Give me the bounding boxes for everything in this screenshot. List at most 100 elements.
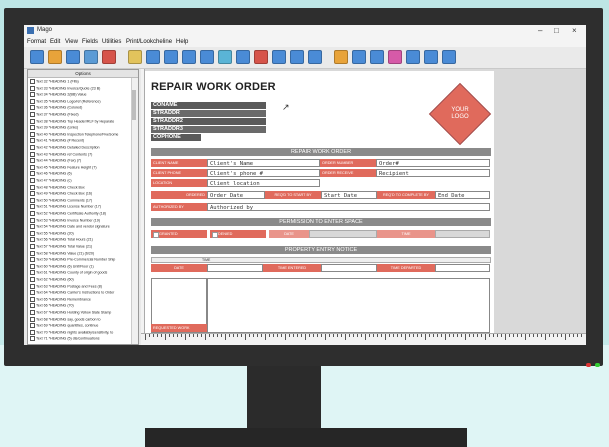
field-list-item[interactable]: Text 48 *HEADING Check Box — [30, 184, 130, 190]
field-list-item[interactable]: Text 38 *HEADING Top Header/RLF by Hepar… — [30, 118, 130, 124]
menu-view[interactable]: View — [65, 39, 78, 45]
field-list-item[interactable]: Text 61 *HEADING County of origin of goo… — [30, 270, 130, 276]
zoom-out-icon[interactable] — [424, 50, 438, 64]
save-icon[interactable] — [66, 50, 80, 64]
field-list-item[interactable]: Text 39 *HEADING (Links) — [30, 125, 130, 131]
expand-box-icon[interactable] — [30, 230, 35, 236]
expand-box-icon[interactable] — [30, 118, 35, 124]
field-permission-time[interactable] — [435, 230, 490, 238]
expand-box-icon[interactable] — [30, 244, 35, 249]
field-list-item[interactable]: Text 71 *HEADING (5) dis/continuations — [30, 336, 130, 342]
print-icon[interactable] — [84, 50, 98, 64]
field-time-departed[interactable] — [435, 264, 490, 272]
denied-checkbox[interactable] — [212, 232, 218, 238]
expand-box-icon[interactable] — [30, 257, 35, 263]
field-ordered[interactable]: Order Date — [207, 191, 265, 199]
align-right-icon[interactable] — [370, 50, 384, 64]
field-client-name[interactable]: Client's Name — [207, 159, 320, 167]
expand-box-icon[interactable] — [30, 329, 35, 335]
open-icon[interactable] — [48, 50, 62, 64]
field-list-item[interactable]: Text 50 *HEADING Comments (17) — [30, 197, 130, 203]
box-icon[interactable] — [272, 50, 286, 64]
expand-box-icon[interactable] — [30, 303, 35, 309]
expand-box-icon[interactable] — [30, 171, 35, 177]
copy-icon[interactable] — [146, 50, 160, 64]
field-list-item[interactable]: Text 52 *HEADING Certificate Authority (… — [30, 211, 130, 216]
expand-box-icon[interactable] — [30, 131, 35, 137]
field-list-item[interactable]: Text 41 *HEADING (# Recent) — [30, 138, 130, 144]
expand-box-icon[interactable] — [30, 211, 35, 216]
field-list-item[interactable]: Text 32 *HEADING 1 (Fifa) — [30, 79, 130, 84]
minimize-button[interactable]: – — [538, 26, 542, 35]
field-list-item[interactable]: Text 69 *HEADING quantities, continue — [30, 323, 130, 329]
field-list-item[interactable]: Text 51 *HEADING License Number (17) — [30, 204, 130, 210]
field-list-item[interactable]: Text 66 *HEADING (70) — [30, 303, 130, 309]
company-name[interactable]: CONAME — [151, 102, 266, 109]
field-order-number[interactable]: Order# — [376, 159, 490, 167]
field-list-item[interactable]: Text 43 *HEADING ref Contents (7) — [30, 151, 130, 157]
expand-box-icon[interactable] — [30, 138, 35, 144]
expand-box-icon[interactable] — [30, 283, 35, 289]
maximize-button[interactable]: □ — [554, 26, 559, 35]
field-list-item[interactable]: Text 33 *HEADING Invoice/Quote (23 B) — [30, 85, 130, 91]
text-icon[interactable] — [218, 50, 232, 64]
field-list-item[interactable]: Text 49 *HEADING Check Box (16) — [30, 191, 130, 197]
zoom-in-icon[interactable] — [406, 50, 420, 64]
barcode-icon[interactable] — [334, 50, 348, 64]
expand-box-icon[interactable] — [30, 184, 35, 190]
expand-box-icon[interactable] — [30, 323, 35, 329]
field-list-item[interactable]: Text 46 *HEADING (6) — [30, 171, 130, 177]
expand-box-icon[interactable] — [30, 79, 35, 84]
field-list-item[interactable]: Text 56 *HEADING Total Hours (21) — [30, 237, 130, 243]
preview-icon[interactable] — [102, 50, 116, 64]
expand-box-icon[interactable] — [30, 204, 35, 210]
expand-box-icon[interactable] — [30, 296, 35, 302]
cut-icon[interactable] — [128, 50, 142, 64]
company-street[interactable]: STRADDR — [151, 110, 266, 117]
field-location[interactable]: Client location — [207, 179, 320, 187]
expand-box-icon[interactable] — [30, 178, 35, 183]
expand-box-icon[interactable] — [30, 158, 35, 164]
field-list-item[interactable]: Text 47 *HEADING (c) — [30, 178, 130, 183]
field-list-item[interactable]: Text 37 *HEADING (Fixed) — [30, 112, 130, 117]
field-list-item[interactable]: Text 64 *HEADING Carrier's Instructions … — [30, 290, 130, 296]
expand-box-icon[interactable] — [30, 316, 35, 322]
granted-checkbox[interactable] — [153, 232, 159, 238]
field-list-scroll-thumb[interactable] — [132, 90, 136, 120]
field-client-phone[interactable]: Client's phone # — [207, 169, 320, 177]
field-list-item[interactable]: Text 36 *HEADING (Colored) — [30, 105, 130, 111]
expand-box-icon[interactable] — [30, 217, 35, 223]
expand-box-icon[interactable] — [30, 98, 35, 104]
expand-box-icon[interactable] — [30, 237, 35, 243]
expand-box-icon[interactable] — [30, 92, 35, 98]
field-order-receive[interactable]: Recipient — [376, 169, 490, 177]
expand-box-icon[interactable] — [30, 197, 35, 203]
table-icon[interactable] — [308, 50, 322, 64]
field-list-item[interactable]: Text 70 *HEADING nights availably/sensit… — [30, 329, 130, 335]
field-icon[interactable] — [236, 50, 250, 64]
field-list-item[interactable]: Text 42 *HEADING Detailed Description — [30, 145, 130, 150]
menu-format[interactable]: Format — [27, 39, 46, 45]
expand-box-icon[interactable] — [30, 151, 35, 157]
expand-box-icon[interactable] — [30, 310, 35, 315]
company-street-2[interactable]: STRADDR2 — [151, 118, 266, 125]
field-list-item[interactable]: Text 60 *HEADING (6) Unit/Floor (1) — [30, 263, 130, 269]
expand-box-icon[interactable] — [30, 105, 35, 111]
line-icon[interactable] — [254, 50, 268, 64]
field-list-item[interactable]: Text 44 *HEADING (Fax) (7) — [30, 158, 130, 164]
field-list-item[interactable]: Text 67 *HEADING Holding Yellow Slate St… — [30, 310, 130, 315]
field-list-item[interactable]: Text 55 *HEADING (20) — [30, 230, 130, 236]
paste-icon[interactable] — [164, 50, 178, 64]
company-street-3[interactable]: STRADDR3 — [151, 126, 266, 133]
field-authorized-by[interactable]: Authorized by — [207, 203, 490, 211]
expand-box-icon[interactable] — [30, 263, 35, 269]
expand-box-icon[interactable] — [30, 191, 35, 197]
redo-icon[interactable] — [200, 50, 214, 64]
expand-box-icon[interactable] — [30, 224, 35, 230]
field-list-item[interactable]: Text 59 *HEADING Pre-Commercial Number S… — [30, 257, 130, 263]
field-list-item[interactable]: Text 63 *HEADING Postage and Fees (8) — [30, 283, 130, 289]
field-list-item[interactable]: Text 57 *HEADING Total Value (21) — [30, 244, 130, 249]
company-phone[interactable]: COPHONE — [151, 134, 201, 141]
menu-print[interactable]: Print/Lookcheline — [126, 39, 172, 45]
expand-box-icon[interactable] — [30, 85, 35, 91]
